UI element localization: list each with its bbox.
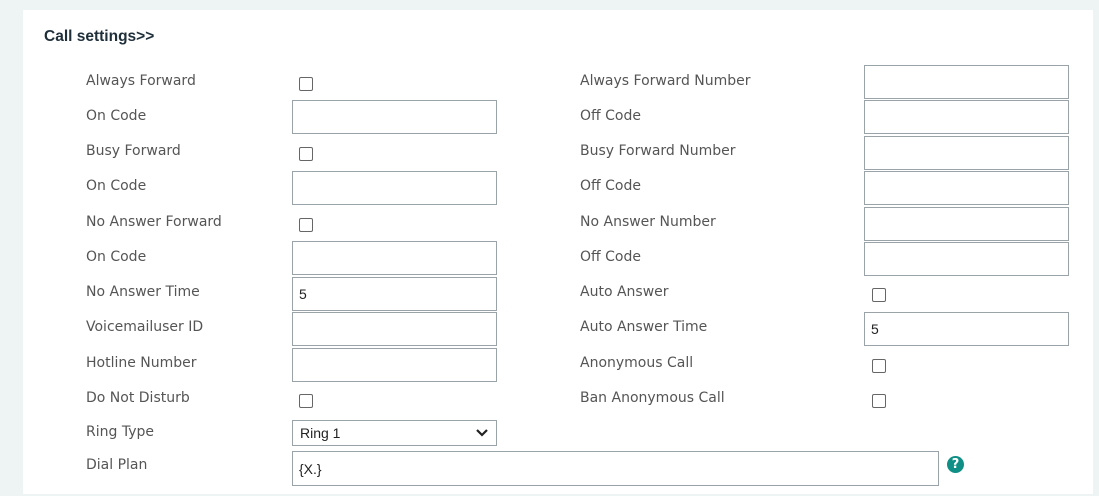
- label-dial-plan: Dial Plan: [86, 457, 148, 473]
- ring-type-selected-value: Ring 1: [300, 425, 341, 441]
- no-answer-time-input[interactable]: [292, 277, 497, 311]
- label-on-code-3: On Code: [86, 249, 147, 265]
- ban-anonymous-call-checkbox[interactable]: [872, 394, 886, 408]
- label-voicemail-user-id: Voicemailuser ID: [86, 319, 204, 335]
- label-hotline-number: Hotline Number: [86, 355, 197, 371]
- label-on-code-1: On Code: [86, 108, 147, 124]
- dial-plan-input[interactable]: [292, 451, 939, 486]
- label-off-code-3: Off Code: [580, 249, 641, 265]
- off-code-3-input[interactable]: [864, 242, 1069, 276]
- section-title: Call settings>>: [44, 28, 155, 45]
- on-code-1-input[interactable]: [292, 100, 497, 134]
- label-off-code-1: Off Code: [580, 108, 641, 124]
- off-code-2-input[interactable]: [864, 171, 1069, 205]
- always-forward-checkbox[interactable]: [299, 77, 313, 91]
- label-always-forward: Always Forward: [86, 73, 196, 89]
- label-no-answer-forward: No Answer Forward: [86, 214, 222, 230]
- voicemail-user-id-input[interactable]: [292, 312, 497, 346]
- no-answer-number-input[interactable]: [864, 207, 1069, 241]
- label-ban-anonymous-call: Ban Anonymous Call: [580, 390, 725, 406]
- chevron-down-icon: [476, 429, 488, 437]
- label-busy-forward: Busy Forward: [86, 143, 181, 159]
- label-anonymous-call: Anonymous Call: [580, 355, 694, 371]
- help-icon[interactable]: ?: [947, 456, 964, 473]
- on-code-3-input[interactable]: [292, 241, 497, 275]
- label-auto-answer: Auto Answer: [580, 284, 669, 300]
- label-do-not-disturb: Do Not Disturb: [86, 390, 190, 406]
- no-answer-forward-checkbox[interactable]: [299, 218, 313, 232]
- auto-answer-checkbox[interactable]: [872, 288, 886, 302]
- ring-type-select[interactable]: Ring 1: [292, 420, 497, 446]
- off-code-1-input[interactable]: [864, 100, 1069, 134]
- hotline-number-input[interactable]: [292, 348, 497, 382]
- label-busy-forward-number: Busy Forward Number: [580, 143, 736, 159]
- busy-forward-checkbox[interactable]: [299, 147, 313, 161]
- label-no-answer-time: No Answer Time: [86, 284, 200, 300]
- label-no-answer-number: No Answer Number: [580, 214, 716, 230]
- busy-forward-number-input[interactable]: [864, 136, 1069, 170]
- label-off-code-2: Off Code: [580, 178, 641, 194]
- label-always-forward-number: Always Forward Number: [580, 73, 751, 89]
- do-not-disturb-checkbox[interactable]: [299, 394, 313, 408]
- anonymous-call-checkbox[interactable]: [872, 359, 886, 373]
- on-code-2-input[interactable]: [292, 171, 497, 205]
- label-ring-type: Ring Type: [86, 424, 154, 440]
- label-on-code-2: On Code: [86, 178, 147, 194]
- always-forward-number-input[interactable]: [864, 65, 1069, 99]
- auto-answer-time-input[interactable]: [864, 312, 1069, 346]
- label-auto-answer-time: Auto Answer Time: [580, 319, 708, 335]
